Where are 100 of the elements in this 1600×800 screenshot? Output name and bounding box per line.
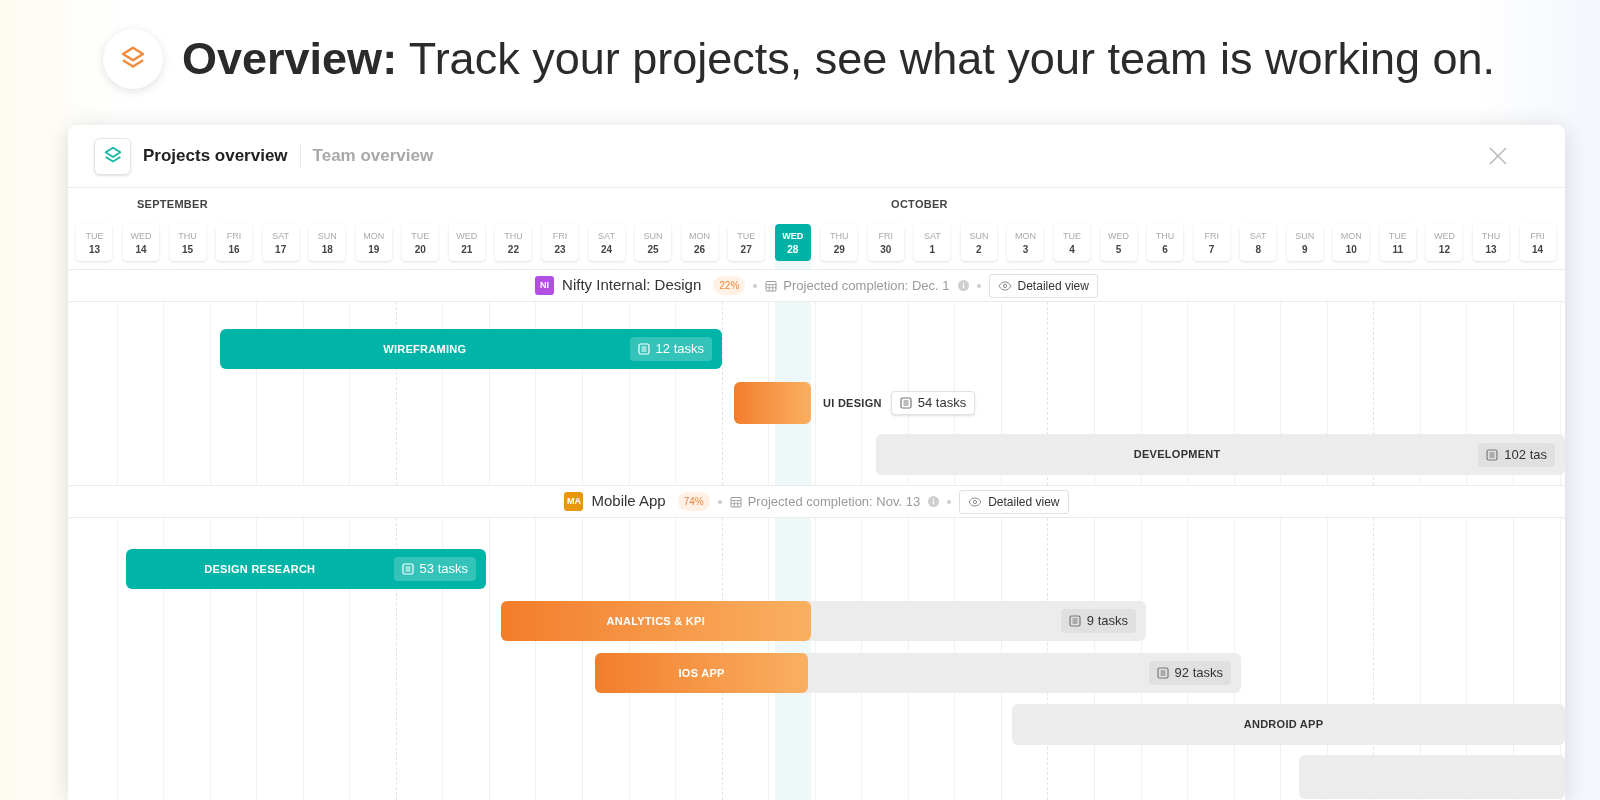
day-tile[interactable]: THU 15 <box>169 224 206 261</box>
date-label: 11 <box>1392 242 1404 256</box>
day-tile[interactable]: FRI 14 <box>1519 224 1556 261</box>
date-label: 16 <box>228 242 240 256</box>
day-tile[interactable]: SUN 2 <box>960 224 997 261</box>
task-count-badge[interactable]: 54 tasks <box>890 391 976 415</box>
weekday-label: SAT <box>272 229 290 243</box>
day-tile[interactable]: SUN 25 <box>635 224 672 261</box>
weekday-label: MON <box>1340 229 1362 243</box>
progress-percent: 22% <box>713 276 746 295</box>
day-tile[interactable]: SUN 9 <box>1286 224 1323 261</box>
checklist-icon <box>637 343 650 355</box>
progress-percent: 74% <box>677 492 710 511</box>
task-bar-track[interactable]: ANALYTICS & KPI 9 tasks <box>501 601 1146 641</box>
day-tile[interactable]: SAT 1 <box>914 224 951 261</box>
date-label: 7 <box>1208 242 1215 256</box>
month-label: SEPTEMBER <box>136 197 208 212</box>
day-tile[interactable]: THU 6 <box>1147 224 1184 261</box>
date-label: 8 <box>1255 242 1261 256</box>
task-count-badge[interactable]: 102 tas <box>1478 442 1555 467</box>
task-bar[interactable]: ANDROID APP <box>1012 704 1565 745</box>
task-count-badge[interactable]: 9 tasks <box>1060 609 1136 633</box>
info-icon[interactable] <box>928 496 940 507</box>
project-avatar: NI <box>535 276 555 295</box>
info-icon[interactable] <box>957 280 969 291</box>
date-label: 14 <box>1531 242 1544 256</box>
day-tile[interactable]: MON 26 <box>681 224 718 261</box>
day-tile[interactable]: MON 3 <box>1007 224 1044 261</box>
weekday-label: SAT <box>598 229 615 243</box>
weekday-label: WED <box>1108 229 1130 243</box>
tab[interactable]: Projects overview <box>143 143 288 169</box>
day-tile[interactable]: SAT 8 <box>1240 224 1277 261</box>
date-label: 19 <box>368 242 380 256</box>
task-bar-track[interactable]: IOS APP 92 tasks <box>595 653 1241 693</box>
date-label: 26 <box>694 242 706 256</box>
task-label: DEVELOPMENT <box>1133 447 1221 463</box>
detailed-view-button[interactable]: Detailed view <box>959 489 1069 514</box>
day-tile[interactable]: WED 12 <box>1426 224 1463 261</box>
detailed-view-button[interactable]: Detailed view <box>988 273 1098 298</box>
date-label: 30 <box>880 242 892 256</box>
checklist-icon <box>401 563 414 575</box>
date-label: 6 <box>1162 242 1168 256</box>
date-label: 13 <box>1485 242 1497 256</box>
day-tile[interactable]: SAT 24 <box>588 224 625 261</box>
weekday-label: TUE <box>411 229 430 243</box>
day-tile[interactable]: TUE 27 <box>728 224 765 261</box>
date-label: 21 <box>461 242 473 256</box>
calendar-icon <box>729 495 742 508</box>
projected-completion: Projected completion: Nov. 13 <box>747 492 921 511</box>
task-bar[interactable]: DEVELOPMENT 102 tas <box>876 434 1565 475</box>
task-bar[interactable] <box>1299 755 1565 799</box>
day-tile[interactable]: WED 14 <box>123 224 159 261</box>
calendar-icon <box>765 279 778 292</box>
weekday-label: THU <box>1481 229 1501 243</box>
day-tile[interactable]: MON 10 <box>1333 224 1370 261</box>
day-tile[interactable]: TUE 11 <box>1379 224 1416 261</box>
close-icon[interactable] <box>1489 147 1507 165</box>
day-tile[interactable]: WED 5 <box>1100 224 1137 261</box>
weekday-label: SUN <box>643 229 663 243</box>
date-label: 2 <box>976 242 982 256</box>
day-tile[interactable]: WED 21 <box>448 224 485 261</box>
day-tile[interactable]: MON 19 <box>355 224 392 261</box>
day-tile[interactable]: SAT 17 <box>262 224 299 261</box>
headline: Overview: Track your projects, see what your team is working on. <box>182 32 1496 87</box>
weekday-label: SUN <box>317 229 337 243</box>
day-tile[interactable]: THU 29 <box>821 224 858 261</box>
weekday-label: TUE <box>85 229 104 243</box>
date-label: 28 <box>787 242 799 256</box>
date-label: 12 <box>1438 242 1450 256</box>
weekday-label: THU <box>178 229 197 243</box>
weekday-label: FRI <box>1530 229 1545 243</box>
task-label: WIREFRAMING <box>383 341 467 357</box>
weekday-label: TUE <box>737 229 756 243</box>
date-label: 18 <box>321 242 333 256</box>
day-tile[interactable]: THU 13 <box>1472 224 1509 261</box>
month-label: OCTOBER <box>891 197 948 212</box>
weekday-label: SUN <box>969 229 989 243</box>
day-tile[interactable]: TUE 20 <box>402 224 439 261</box>
task-label: UI DESIGN <box>823 395 882 411</box>
task-label: IOS APP <box>678 665 725 681</box>
day-tile[interactable]: TUE 13 <box>76 224 113 261</box>
task-count-badge[interactable]: 92 tasks <box>1148 661 1231 685</box>
day-tile[interactable]: THU 22 <box>495 224 532 261</box>
day-tile[interactable]: FRI 7 <box>1193 224 1230 261</box>
weekday-label: TUE <box>1063 229 1081 243</box>
task-label: DESIGN RESEARCH <box>204 561 316 577</box>
weekday-label: FRI <box>878 229 894 243</box>
day-tile[interactable]: FRI 23 <box>541 224 578 261</box>
checklist-icon <box>899 397 912 409</box>
day-tile[interactable]: FRI 16 <box>216 224 253 261</box>
weekday-label: SAT <box>1249 229 1267 243</box>
checklist-icon <box>1068 615 1081 627</box>
weekday-label: SAT <box>923 229 941 243</box>
task-label: ANALYTICS & KPI <box>606 613 705 629</box>
day-tile[interactable]: SUN 18 <box>309 224 346 261</box>
weekday-label: THU <box>830 229 849 243</box>
weekday-label: WED <box>456 229 478 243</box>
day-tile[interactable]: TUE 4 <box>1054 224 1090 261</box>
weekday-label: FRI <box>226 229 242 243</box>
day-tile[interactable]: FRI 30 <box>867 224 904 261</box>
